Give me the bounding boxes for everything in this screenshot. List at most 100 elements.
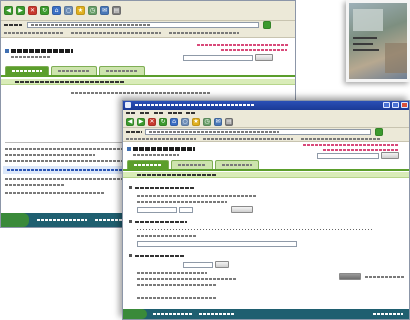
section-text <box>137 201 227 203</box>
print-icon[interactable]: ▤ <box>112 6 121 15</box>
breadcrumb <box>15 81 125 83</box>
toolbar-icons: ◀ ▶ ✕ ↻ ⌂ ○ ★ ◷ ✉ ▤ <box>4 6 121 15</box>
select-field[interactable] <box>179 207 193 213</box>
start-button[interactable] <box>1 213 29 227</box>
menu-item[interactable] <box>126 112 136 114</box>
tab-baseline <box>1 75 295 77</box>
address-input[interactable] <box>145 129 371 135</box>
submit-button[interactable] <box>339 273 361 280</box>
photo-region <box>353 49 379 51</box>
list-item <box>5 148 125 150</box>
text-field[interactable] <box>137 207 177 213</box>
address-input[interactable] <box>27 22 259 28</box>
header-link[interactable] <box>303 144 399 146</box>
footer-text <box>137 297 217 299</box>
window-title <box>135 104 255 106</box>
text-field[interactable] <box>137 241 297 247</box>
tab-3[interactable] <box>215 160 259 169</box>
taskbar <box>123 309 409 319</box>
text-field[interactable] <box>183 262 213 268</box>
mail-icon[interactable]: ✉ <box>214 118 222 126</box>
address-bar-row <box>123 128 409 142</box>
print-icon[interactable]: ▤ <box>225 118 233 126</box>
links-bar-text <box>126 138 196 140</box>
links-bar-text <box>301 138 381 140</box>
header-link[interactable] <box>221 49 287 51</box>
list-item <box>5 184 65 186</box>
header-link[interactable] <box>323 149 399 151</box>
photo-thumbnail <box>346 0 410 82</box>
stop-icon[interactable]: ✕ <box>28 6 37 15</box>
menu-item[interactable] <box>186 112 196 114</box>
section-text <box>137 229 373 230</box>
links-bar-text <box>203 138 293 140</box>
menu-item[interactable] <box>140 112 150 114</box>
browser-icon <box>125 102 131 108</box>
menu-item[interactable] <box>168 112 182 114</box>
section-bullet-icon <box>129 220 132 223</box>
taskbar-item[interactable] <box>153 313 193 315</box>
section-text <box>137 235 197 237</box>
section-text <box>365 276 405 278</box>
refresh-icon[interactable]: ↻ <box>159 118 167 126</box>
taskbar-item[interactable] <box>199 313 235 315</box>
minimize-icon[interactable] <box>383 102 390 108</box>
title-bar[interactable] <box>123 101 409 110</box>
web-page <box>123 142 409 309</box>
action-button[interactable] <box>215 261 229 268</box>
site-logo-icon <box>5 49 9 53</box>
message-text <box>71 92 211 94</box>
action-button[interactable] <box>231 206 253 213</box>
section-text <box>137 284 217 286</box>
mail-icon[interactable]: ✉ <box>100 6 109 15</box>
links-bar-text <box>169 32 239 34</box>
forward-icon[interactable]: ▶ <box>16 6 25 15</box>
section-heading <box>135 187 195 189</box>
stop-icon[interactable]: ✕ <box>148 118 156 126</box>
breadcrumb-stripe <box>1 79 295 85</box>
refresh-icon[interactable]: ↻ <box>40 6 49 15</box>
home-icon[interactable]: ⌂ <box>170 118 178 126</box>
address-url-text <box>149 131 279 133</box>
tab-2[interactable] <box>51 66 97 75</box>
menu-item[interactable] <box>154 112 164 114</box>
go-icon[interactable] <box>375 128 383 136</box>
section-text <box>137 278 237 280</box>
forward-icon[interactable]: ▶ <box>137 118 145 126</box>
toolbar: ◀ ▶ ✕ ↻ ⌂ ○ ★ ◷ ✉ ▤ <box>123 116 409 128</box>
address-label <box>126 131 142 133</box>
list-item <box>5 192 105 194</box>
tab-label <box>222 164 252 166</box>
start-button[interactable] <box>123 309 147 319</box>
site-search-button[interactable] <box>255 54 273 61</box>
address-url-text <box>31 24 151 26</box>
tab-1[interactable] <box>5 66 49 75</box>
tab-1[interactable] <box>127 160 169 169</box>
site-search-input[interactable] <box>317 153 379 159</box>
back-icon[interactable]: ◀ <box>4 6 13 15</box>
taskbar-item[interactable] <box>37 219 87 221</box>
favorites-icon[interactable]: ★ <box>76 6 85 15</box>
breadcrumb <box>137 174 217 176</box>
tab-label <box>12 70 42 72</box>
header-link[interactable] <box>197 44 289 46</box>
tab-2[interactable] <box>171 160 213 169</box>
home-icon[interactable]: ⌂ <box>52 6 61 15</box>
search-icon[interactable]: ○ <box>181 118 189 126</box>
browser-window-front[interactable]: ◀ ▶ ✕ ↻ ⌂ ○ ★ ◷ ✉ ▤ <box>122 100 410 320</box>
links-bar-text <box>4 32 64 34</box>
go-icon[interactable] <box>263 21 271 29</box>
section-heading <box>135 221 187 223</box>
site-search-input[interactable] <box>183 55 253 61</box>
maximize-icon[interactable] <box>392 102 399 108</box>
site-subtitle <box>11 56 51 58</box>
site-search-button[interactable] <box>381 152 399 159</box>
history-icon[interactable]: ◷ <box>203 118 211 126</box>
back-icon[interactable]: ◀ <box>126 118 134 126</box>
search-icon[interactable]: ○ <box>64 6 73 15</box>
history-icon[interactable]: ◷ <box>88 6 97 15</box>
close-icon[interactable] <box>401 102 408 108</box>
tab-3[interactable] <box>99 66 145 75</box>
photo-region <box>385 43 407 73</box>
favorites-icon[interactable]: ★ <box>192 118 200 126</box>
